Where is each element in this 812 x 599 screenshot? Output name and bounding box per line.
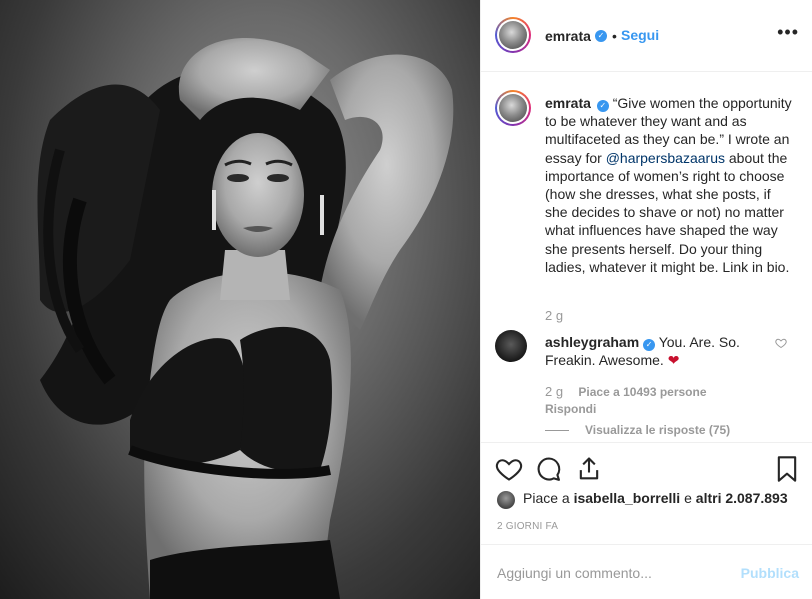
caption-mention-link[interactable]: @harpersbazaarus: [606, 150, 725, 166]
author-username[interactable]: emrata: [545, 28, 591, 44]
publish-button[interactable]: Pubblica: [741, 565, 799, 581]
liked-by-middle: e: [680, 490, 696, 506]
caption-avatar[interactable]: [495, 90, 531, 126]
verified-badge-icon: ✓: [643, 339, 656, 351]
comment-bubble-icon[interactable]: [535, 455, 563, 483]
add-comment-bar: Aggiungi un commento... Pubblica: [481, 544, 812, 599]
share-icon[interactable]: [575, 455, 603, 483]
comment-like-icon[interactable]: [775, 337, 787, 349]
liked-by-others[interactable]: altri 2.087.893: [696, 490, 788, 506]
caption-timestamp[interactable]: 2 g: [545, 308, 563, 323]
reply-avatar[interactable]: [495, 330, 527, 362]
verified-badge-icon: ✓: [596, 100, 609, 112]
caption-body-end: about the importance of women’s right to…: [545, 149, 790, 275]
view-replies-label: Visualizza le risposte (75): [585, 423, 731, 437]
reply-username[interactable]: ashleygraham: [545, 334, 639, 350]
liked-by-text: Piace a isabella_borrelli e altri 2.087.…: [497, 490, 788, 506]
post-photo[interactable]: [0, 0, 480, 599]
replies-line: [545, 430, 569, 432]
post-details-panel: emrata ✓ • Segui ••• emrata ✓ “Give wome…: [480, 0, 812, 599]
caption-username[interactable]: emrata: [545, 95, 591, 111]
comment-input[interactable]: Aggiungi un commento...: [497, 565, 652, 581]
photo-illustration: [37, 38, 454, 599]
more-options-icon[interactable]: •••: [777, 22, 799, 43]
reply-meta: 2 g Piace a 10493 persone: [545, 384, 707, 399]
reply-button[interactable]: Rispondi: [545, 402, 596, 416]
comments-section: emrata ✓ “Give women the opportunity to …: [481, 72, 812, 442]
reply-timestamp[interactable]: 2 g: [545, 384, 563, 399]
caption-text: emrata ✓ “Give women the opportunity to …: [545, 94, 797, 276]
verified-badge-icon: ✓: [595, 30, 607, 42]
liked-by-prefix: Piace a: [523, 490, 574, 506]
view-replies-button[interactable]: Visualizza le risposte (75): [545, 423, 730, 437]
liked-by-user[interactable]: isabella_borrelli: [574, 490, 681, 506]
post-header: emrata ✓ • Segui •••: [481, 0, 812, 72]
bookmark-icon[interactable]: [775, 455, 799, 483]
red-heart-emoji: ❤: [667, 352, 680, 369]
post-actions: Piace a isabella_borrelli e altri 2.087.…: [481, 442, 812, 544]
post-date[interactable]: 2 GIORNI FA: [497, 521, 558, 532]
follow-button[interactable]: Segui: [621, 27, 659, 43]
reply-likes-count[interactable]: Piace a 10493 persone: [578, 385, 706, 399]
author-avatar[interactable]: [495, 17, 531, 53]
heart-outline-icon[interactable]: [495, 455, 523, 483]
reply-text: ashleygraham ✓ You. Are. So. Freakin. Aw…: [545, 333, 765, 369]
separator-dot: •: [612, 28, 617, 44]
